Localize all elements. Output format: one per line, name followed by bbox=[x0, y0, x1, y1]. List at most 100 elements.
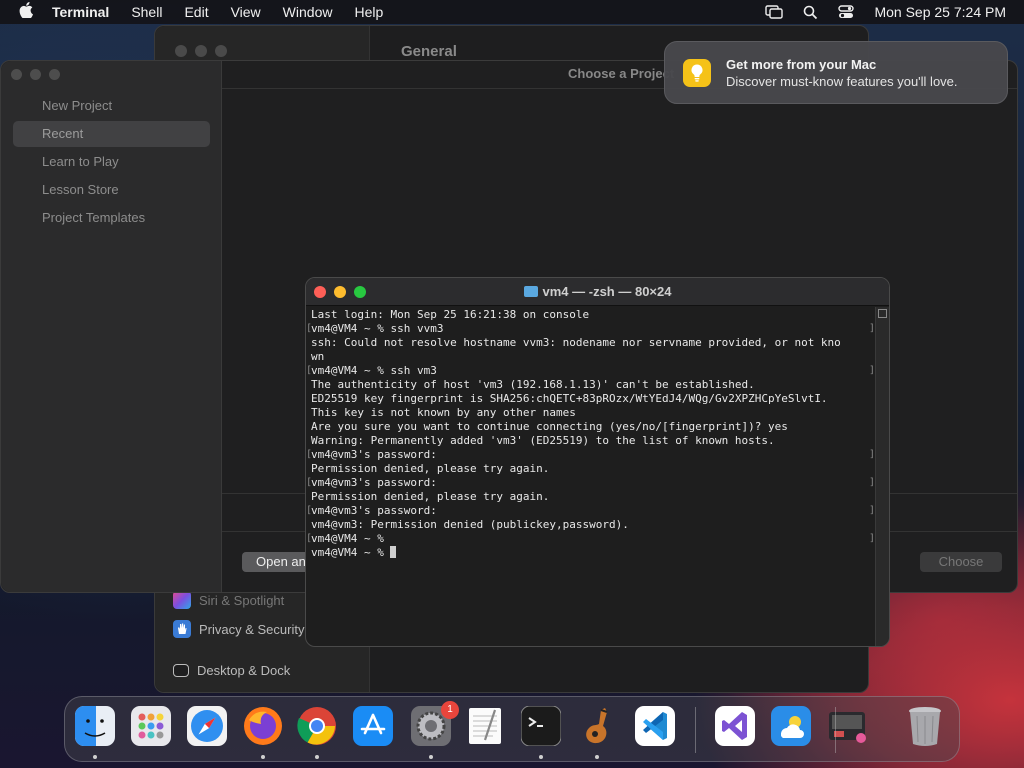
folder-icon bbox=[523, 286, 538, 297]
scrollbar-handle[interactable] bbox=[878, 309, 887, 318]
terminal-line-text: Permission denied, please try again. bbox=[311, 462, 550, 475]
close-button[interactable] bbox=[175, 45, 187, 57]
dock-separator bbox=[695, 707, 696, 753]
chooser-item-new-project[interactable]: New Project bbox=[13, 93, 210, 119]
menu-edit[interactable]: Edit bbox=[184, 4, 208, 20]
terminal-line-text: vm4@VM4 ~ % ssh vm3 bbox=[311, 364, 437, 377]
minimize-button[interactable] bbox=[195, 45, 207, 57]
choose-button[interactable]: Choose bbox=[920, 552, 1002, 572]
siri-icon bbox=[173, 591, 191, 609]
terminal-line: Are you sure you want to continue connec… bbox=[311, 420, 875, 434]
terminal-line: The authenticity of host 'vm3 (192.168.1… bbox=[311, 378, 875, 392]
chooser-item-recent[interactable]: Recent bbox=[13, 121, 210, 147]
close-button[interactable] bbox=[11, 69, 22, 80]
textedit-icon bbox=[465, 706, 505, 751]
terminal-line: Warning: Permanently added 'vm3' (ED2551… bbox=[311, 434, 875, 448]
screen-mirroring-icon[interactable] bbox=[765, 5, 784, 19]
app-store-icon bbox=[353, 705, 393, 751]
dock-separator bbox=[835, 707, 836, 753]
weather-icon bbox=[771, 705, 811, 751]
dock-item-trash[interactable] bbox=[903, 706, 947, 750]
menu-view[interactable]: View bbox=[231, 4, 261, 20]
chooser-item-lesson-store[interactable]: Lesson Store bbox=[13, 177, 210, 203]
dock-item-app-store[interactable] bbox=[351, 705, 395, 751]
safari-icon bbox=[187, 705, 227, 751]
dock-item-weather[interactable] bbox=[769, 705, 813, 751]
dock-item-launchpad[interactable] bbox=[129, 705, 173, 751]
zoom-button[interactable] bbox=[215, 45, 227, 57]
terminal-line-text: vm4@vm3's password: bbox=[311, 504, 437, 517]
dock-item-visual-studio-code[interactable] bbox=[633, 705, 677, 751]
terminal-line: vm4@VM4 ~ % ssh vvm3 bbox=[306, 322, 875, 336]
menu-bar-clock[interactable]: Mon Sep 25 7:24 PM bbox=[874, 4, 1006, 20]
chooser-item-learn-to-play[interactable]: Learn to Play bbox=[13, 149, 210, 175]
terminal-line: Permission denied, please try again. bbox=[311, 490, 875, 504]
dock-item-chrome[interactable] bbox=[295, 706, 339, 750]
terminal-line: wn bbox=[311, 350, 875, 364]
chooser-title: Choose a Project bbox=[568, 66, 675, 81]
dock-item-textedit[interactable] bbox=[463, 706, 507, 750]
launchpad-icon bbox=[131, 705, 171, 751]
terminal-line-text: Are you sure you want to continue connec… bbox=[311, 420, 788, 433]
downloads-stack-icon bbox=[825, 704, 869, 753]
hand-icon bbox=[173, 620, 191, 638]
dock-item-system-settings[interactable]: 1 bbox=[409, 701, 459, 750]
minimize-button[interactable] bbox=[30, 69, 41, 80]
notification-body: Discover must-know features you'll love. bbox=[726, 74, 958, 89]
terminal-line-text: Permission denied, please try again. bbox=[311, 490, 550, 503]
settings-traffic-lights bbox=[175, 45, 227, 57]
terminal-line: Last login: Mon Sep 25 16:21:38 on conso… bbox=[311, 308, 875, 322]
terminal-line-text: Last login: Mon Sep 25 16:21:38 on conso… bbox=[311, 308, 590, 321]
dock-item-downloads[interactable] bbox=[825, 706, 869, 750]
dock-item-terminal[interactable] bbox=[519, 705, 563, 751]
menu-window[interactable]: Window bbox=[283, 4, 333, 20]
settings-item-label: Privacy & Security bbox=[199, 621, 305, 637]
terminal-line-text: vm4@VM4 ~ % bbox=[311, 532, 384, 545]
apple-menu-icon[interactable] bbox=[16, 2, 36, 22]
terminal-line-text: ED25519 key fingerprint is SHA256:chQETC… bbox=[311, 392, 828, 405]
dock-item-visual-studio[interactable] bbox=[713, 705, 757, 751]
running-indicator bbox=[539, 755, 543, 759]
terminal-title-text: vm4 — -zsh — 80×24 bbox=[542, 284, 672, 299]
zoom-button[interactable] bbox=[49, 69, 60, 80]
spotlight-search-icon[interactable] bbox=[803, 5, 818, 20]
notification-banner[interactable]: Get more from your Mac Discover must-kno… bbox=[664, 41, 1008, 104]
lightbulb-icon bbox=[683, 59, 711, 87]
settings-item-desktop-dock[interactable]: Desktop & Dock bbox=[173, 663, 290, 678]
terminal-line-text: The authenticity of host 'vm3 (192.168.1… bbox=[311, 378, 755, 391]
control-center-icon[interactable] bbox=[838, 5, 855, 19]
terminal-output[interactable]: Last login: Mon Sep 25 16:21:38 on conso… bbox=[306, 308, 875, 646]
settings-page-title: General bbox=[401, 43, 457, 60]
menu-shell[interactable]: Shell bbox=[131, 4, 162, 20]
terminal-line-text: vm4@VM4 ~ % ssh vvm3 bbox=[311, 322, 444, 335]
visual-studio-icon bbox=[715, 705, 755, 751]
terminal-line-text: wn bbox=[311, 350, 325, 363]
menu-app-terminal[interactable]: Terminal bbox=[52, 4, 109, 20]
chooser-item-project-templates[interactable]: Project Templates bbox=[13, 205, 210, 231]
dock-item-firefox[interactable] bbox=[241, 706, 285, 750]
running-indicator bbox=[261, 755, 265, 759]
terminal-line: vm4@VM4 ~ % bbox=[306, 532, 875, 546]
dock-item-safari[interactable] bbox=[185, 705, 229, 751]
terminal-line: Permission denied, please try again. bbox=[311, 462, 875, 476]
text-cursor bbox=[390, 546, 397, 558]
menu-help[interactable]: Help bbox=[354, 4, 383, 20]
settings-item-privacy-security[interactable]: Privacy & Security bbox=[173, 620, 304, 638]
terminal-scrollbar[interactable] bbox=[875, 307, 889, 646]
garageband-icon bbox=[575, 704, 619, 753]
chooser-sidebar: New Project Recent Learn to Play Lesson … bbox=[1, 61, 222, 592]
terminal-line-text: vm4@vm3's password: bbox=[311, 448, 437, 461]
notification-badge: 1 bbox=[441, 701, 459, 719]
terminal-line-text: vm4@vm3: Permission denied (publickey,pa… bbox=[311, 518, 629, 531]
settings-item-siri-spotlight[interactable]: Siri & Spotlight bbox=[173, 591, 284, 609]
terminal-window[interactable]: vm4 — -zsh — 80×24 Last login: Mon Sep 2… bbox=[305, 277, 890, 647]
terminal-line: ED25519 key fingerprint is SHA256:chQETC… bbox=[311, 392, 875, 406]
terminal-icon bbox=[520, 705, 562, 751]
dock-item-finder[interactable] bbox=[73, 705, 117, 750]
settings-item-label: Desktop & Dock bbox=[197, 663, 291, 678]
vscode-icon bbox=[635, 705, 675, 751]
dock-item-garageband[interactable] bbox=[575, 706, 619, 750]
running-indicator bbox=[595, 755, 599, 759]
menu-bar: Terminal Shell Edit View Window Help Mon… bbox=[0, 0, 1024, 24]
settings-item-label: Siri & Spotlight bbox=[199, 592, 285, 608]
